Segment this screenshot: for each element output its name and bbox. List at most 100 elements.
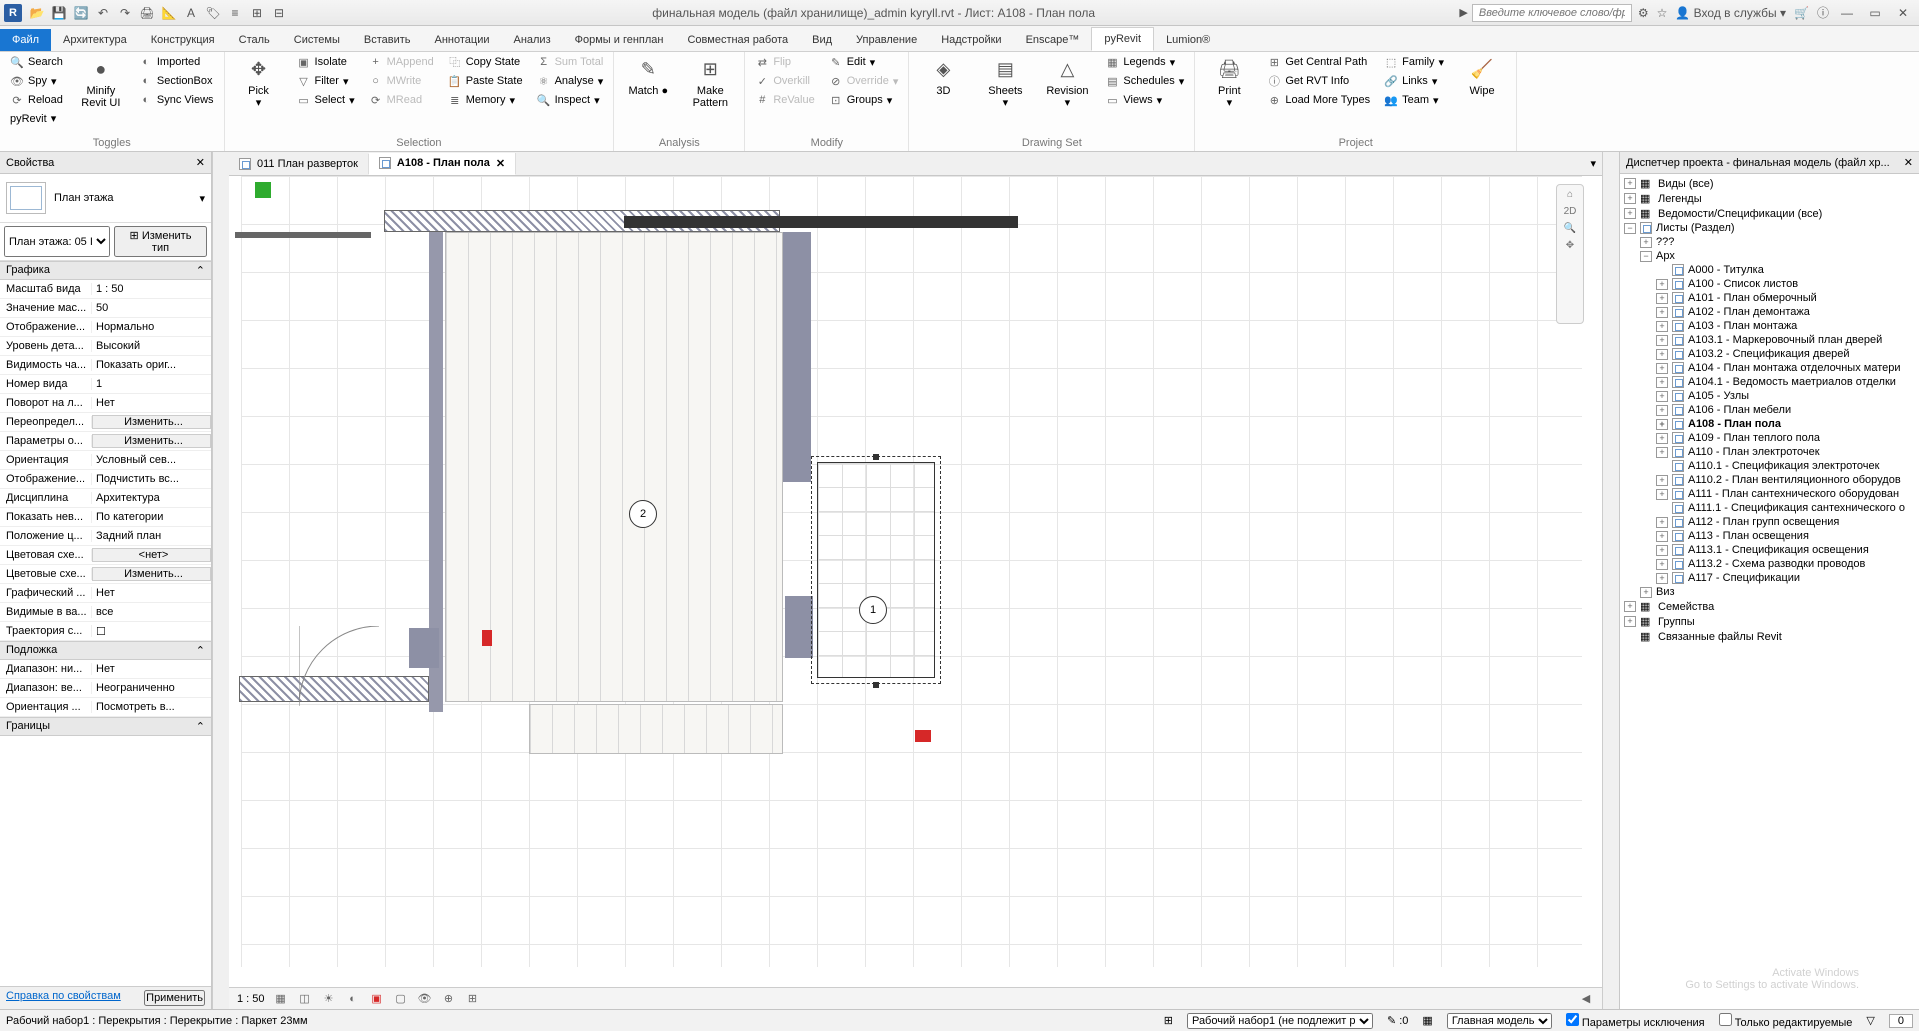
property-value[interactable]: Задний план (92, 530, 211, 542)
tab-close-icon[interactable]: ✕ (496, 157, 505, 170)
minimize-icon[interactable]: — (1837, 6, 1857, 20)
model-select[interactable]: Главная модель (1447, 1013, 1552, 1029)
wipe-button[interactable]: 🧹Wipe (1458, 55, 1506, 97)
property-row[interactable]: Переопредел...Изменить... (0, 413, 211, 432)
property-value[interactable]: Неограниченно (92, 682, 211, 694)
comm-icon[interactable]: ⚙ (1638, 6, 1649, 20)
tree-expander-icon[interactable]: + (1624, 178, 1636, 189)
nav-2d-icon[interactable]: 2D (1564, 206, 1577, 217)
overkill-button[interactable]: ✓Overkill (755, 74, 814, 88)
browser-close-icon[interactable]: ✕ (1904, 156, 1913, 169)
crop-handle[interactable] (873, 454, 879, 460)
view-tab-1[interactable]: 011 План разверток (229, 154, 369, 174)
tree-node[interactable]: +А112 - План групп освещения (1620, 515, 1919, 529)
tree-expander-icon[interactable]: + (1656, 559, 1668, 570)
links-button[interactable]: 🔗Links ▾ (1384, 74, 1444, 88)
tree-node[interactable]: +??? (1620, 235, 1919, 249)
tree-node[interactable]: +▦Группы (1620, 614, 1919, 629)
tree-expander-icon[interactable]: + (1656, 545, 1668, 556)
tab-architecture[interactable]: Архитектура (51, 29, 139, 51)
tree-expander-icon[interactable]: + (1624, 208, 1636, 219)
tree-expander-icon[interactable]: + (1640, 237, 1652, 248)
tree-expander-icon[interactable]: + (1656, 405, 1668, 416)
sumtotal-button[interactable]: ΣSum Total (537, 55, 604, 69)
tab-addins[interactable]: Надстройки (929, 29, 1013, 51)
browser-tree[interactable]: +▦Виды (все)+▦Легенды+▦Ведомости/Специфи… (1620, 174, 1919, 1009)
open-icon[interactable]: 📂 (28, 4, 46, 22)
hide-icon[interactable]: 👁 (417, 991, 433, 1007)
edit-button[interactable]: ✎Edit ▾ (829, 55, 899, 69)
tab-manage[interactable]: Управление (844, 29, 929, 51)
tree-expander-icon[interactable]: + (1656, 489, 1668, 500)
tree-expander-icon[interactable]: + (1656, 531, 1668, 542)
tree-node[interactable]: +А105 - Узлы (1620, 389, 1919, 403)
tree-expander-icon[interactable]: + (1656, 573, 1668, 584)
tree-expander-icon[interactable]: + (1656, 433, 1668, 444)
measure-icon[interactable]: 📐 (160, 4, 178, 22)
tree-node[interactable]: ▦Связанные файлы Revit (1620, 629, 1919, 644)
view-tabs-menu-icon[interactable]: ▾ (1584, 157, 1602, 170)
reveal-icon[interactable]: ⊕ (441, 991, 457, 1007)
nav-zoom-icon[interactable]: 🔍 (1564, 223, 1576, 234)
tree-expander-icon[interactable]: + (1656, 363, 1668, 374)
tree-expander-icon[interactable]: + (1656, 419, 1668, 430)
scroll-left-icon[interactable]: ◀ (1578, 991, 1594, 1007)
property-row[interactable]: Положение ц...Задний план (0, 527, 211, 546)
editable-check[interactable]: Только редактируемые (1719, 1013, 1853, 1029)
property-value[interactable]: Нормально (92, 321, 211, 333)
property-value[interactable]: Условный сев... (92, 454, 211, 466)
property-row[interactable]: Уровень дета...Высокий (0, 337, 211, 356)
tree-expander-icon[interactable]: + (1624, 616, 1636, 627)
annotation-marker[interactable] (482, 630, 492, 646)
wall[interactable] (785, 596, 813, 658)
group-graphics[interactable]: Графика⌃ (0, 261, 211, 280)
help-icon[interactable]: ⓘ (1817, 4, 1829, 21)
filter-icon[interactable]: ▽ (1866, 1014, 1874, 1027)
filter-button[interactable]: ▽Filter ▾ (297, 74, 355, 88)
wall[interactable] (235, 232, 371, 238)
pyrevit-button[interactable]: pyRevit ▾ (10, 112, 63, 125)
tab-collaborate[interactable]: Совместная работа (675, 29, 800, 51)
tree-node[interactable]: +▦Ведомости/Спецификации (все) (1620, 206, 1919, 221)
property-row[interactable]: Диапазон: ни...Нет (0, 660, 211, 679)
shadows-icon[interactable]: ◐ (345, 991, 361, 1007)
syncviews-button[interactable]: ◐Sync Views (139, 93, 214, 107)
thin-lines-icon[interactable]: ⊞ (248, 4, 266, 22)
mread-button[interactable]: ⟳MRead (369, 93, 434, 107)
reload-button[interactable]: ⟳Reload (10, 93, 63, 107)
wall[interactable] (785, 336, 807, 416)
property-value[interactable]: Подчистить вс... (92, 473, 211, 485)
tree-node[interactable]: +А101 - План обмерочный (1620, 291, 1919, 305)
tree-expander-icon[interactable]: + (1656, 517, 1668, 528)
tree-node[interactable]: +А100 - Список листов (1620, 277, 1919, 291)
crop-region[interactable] (811, 456, 941, 684)
tree-node[interactable]: +А108 - План пола (1620, 417, 1919, 431)
visual-style-icon[interactable]: ◫ (297, 991, 313, 1007)
sunpath-icon[interactable]: ☀ (321, 991, 337, 1007)
property-row[interactable]: Цветовая схе...<нет> (0, 546, 211, 565)
floor-finish[interactable] (529, 704, 783, 754)
property-row[interactable]: Цветовые схе...Изменить... (0, 565, 211, 584)
text-icon[interactable]: A (182, 4, 200, 22)
analyse-button[interactable]: ⚛Analyse ▾ (537, 74, 604, 88)
pastestate-button[interactable]: 📋Paste State (448, 74, 523, 88)
tree-expander-icon[interactable]: + (1656, 335, 1668, 346)
getcentral-button[interactable]: ⊞Get Central Path (1267, 55, 1370, 69)
tree-expander-icon[interactable]: + (1656, 307, 1668, 318)
makepattern-button[interactable]: ⊞Make Pattern (686, 55, 734, 109)
pick-button[interactable]: ✥Pick▾ (235, 55, 283, 109)
legends-button[interactable]: ▦Legends ▾ (1105, 55, 1184, 69)
tree-expander-icon[interactable]: + (1656, 321, 1668, 332)
group-bounds[interactable]: Границы⌃ (0, 717, 211, 736)
room-tag-2[interactable]: 2 (629, 500, 657, 528)
tree-node[interactable]: +А104 - План монтажа отделочных матери (1620, 361, 1919, 375)
tab-massing[interactable]: Формы и генплан (563, 29, 676, 51)
tab-structure[interactable]: Конструкция (139, 29, 227, 51)
scale-label[interactable]: 1 : 50 (237, 993, 265, 1005)
property-value[interactable]: Нет (92, 663, 211, 675)
memory-button[interactable]: ≣Memory ▾ (448, 93, 523, 107)
type-dropdown-icon[interactable]: ▾ (199, 192, 205, 205)
close-icon[interactable]: ✕ (1893, 6, 1913, 20)
cart-icon[interactable]: 🛒 (1794, 6, 1809, 20)
property-value[interactable]: Нет (92, 397, 211, 409)
